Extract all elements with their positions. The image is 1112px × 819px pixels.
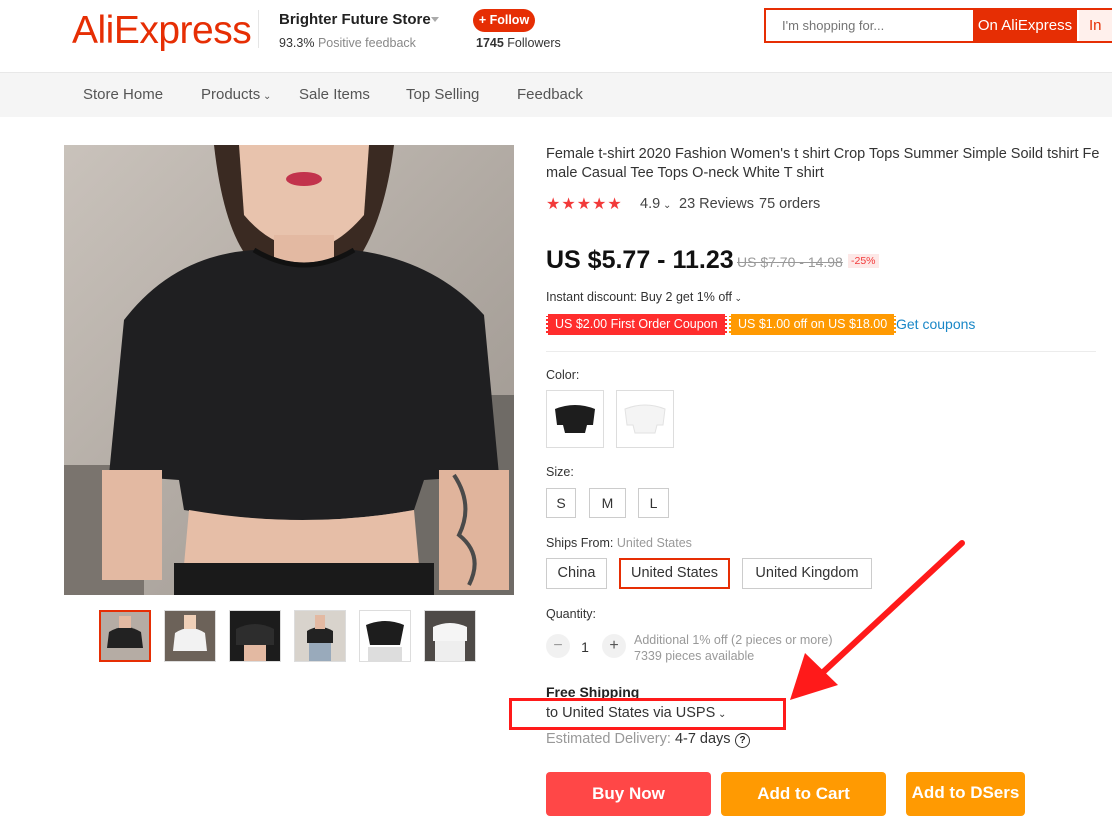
thumbnail-5[interactable] <box>359 610 411 662</box>
followers-label: Followers <box>507 36 561 50</box>
size-option-l[interactable]: L <box>638 488 669 518</box>
ship-from-china[interactable]: China <box>546 558 607 589</box>
ships-from-label: Ships From: United States <box>546 536 692 550</box>
aliexpress-logo[interactable]: AliExpress <box>72 8 252 54</box>
follow-button[interactable]: + Follow <box>473 9 535 32</box>
feedback-label: Positive feedback <box>317 36 416 50</box>
product-price: US $5.77 - 11.23 <box>546 246 734 274</box>
get-coupons-link[interactable]: Get coupons <box>896 316 975 332</box>
thumbnail-6[interactable] <box>424 610 476 662</box>
color-option-white[interactable] <box>616 390 674 448</box>
ships-from-title: Ships From: <box>546 536 614 550</box>
search-input[interactable] <box>766 10 973 41</box>
search-bar: On AliExpress In <box>764 8 1112 43</box>
size-option-s[interactable]: S <box>546 488 576 518</box>
thumbnail-3[interactable] <box>229 610 281 662</box>
quantity-plus-button[interactable]: + <box>602 634 626 658</box>
chevron-down-icon[interactable] <box>431 17 439 22</box>
quantity-minus-button[interactable]: − <box>546 634 570 658</box>
feedback-percent: 93.3% <box>279 36 315 50</box>
estimated-delivery-label: Estimated Delivery: <box>546 731 671 747</box>
annotation-highlight-box <box>509 698 786 730</box>
thumbnail-2[interactable] <box>164 610 216 662</box>
estimated-delivery: Estimated Delivery: 4-7 days <box>546 731 731 747</box>
instant-discount[interactable]: Instant discount: Buy 2 get 1% off ⌄ <box>546 290 742 304</box>
quantity-value[interactable]: 1 <box>577 639 593 655</box>
color-label: Color: <box>546 368 580 382</box>
size-label: Size: <box>546 465 574 479</box>
annotation-arrow-icon <box>790 540 965 700</box>
add-to-cart-button[interactable]: Add to Cart <box>721 772 886 816</box>
thumbnail-4[interactable] <box>294 610 346 662</box>
nav-sale-items[interactable]: Sale Items <box>299 86 370 103</box>
followers-count: 1745 Followers <box>476 36 561 50</box>
color-option-black[interactable] <box>546 390 604 448</box>
add-to-dsers-button[interactable]: Add to DSers <box>906 772 1025 816</box>
nav-products-label: Products <box>201 86 261 103</box>
reviews-link[interactable]: 23 Reviews <box>679 196 754 212</box>
rating-stars-icon: ★★★★★ <box>546 196 623 213</box>
thumbnail-1[interactable] <box>99 610 151 662</box>
orders-count: 75 orders <box>759 196 821 212</box>
product-main-image[interactable] <box>64 145 514 595</box>
estimated-delivery-value: 4-7 days <box>674 731 731 747</box>
section-divider <box>546 351 1096 352</box>
original-price: US $7.70 - 14.98 <box>737 254 843 270</box>
header-divider <box>258 10 259 48</box>
store-name[interactable]: Brighter Future Store <box>279 11 431 28</box>
search-aliexpress-button[interactable]: On AliExpress <box>973 10 1077 41</box>
size-option-m[interactable]: M <box>589 488 626 518</box>
chevron-down-icon: ⌄ <box>660 200 672 211</box>
search-store-button[interactable]: In <box>1079 10 1112 41</box>
help-icon[interactable]: ? <box>735 733 750 748</box>
ships-from-value: United States <box>616 536 692 550</box>
followers-number: 1745 <box>476 36 504 50</box>
discount-badge: -25% <box>848 254 879 268</box>
nav-top-selling[interactable]: Top Selling <box>406 86 479 103</box>
first-order-coupon[interactable]: US $2.00 First Order Coupon <box>546 314 727 335</box>
nav-store-home[interactable]: Store Home <box>83 86 163 103</box>
buy-now-button[interactable]: Buy Now <box>546 772 711 816</box>
rating-value[interactable]: 4.9 ⌄ <box>640 196 671 212</box>
ship-from-united-states[interactable]: United States <box>619 558 730 589</box>
quantity-label: Quantity: <box>546 607 597 621</box>
nav-feedback[interactable]: Feedback <box>517 86 583 103</box>
instant-discount-text: Instant discount: Buy 2 get 1% off <box>546 290 732 304</box>
store-coupon[interactable]: US $1.00 off on US $18.00 <box>729 314 897 335</box>
product-title: Female t-shirt 2020 Fashion Women's t sh… <box>546 146 1100 181</box>
nav-products[interactable]: Products ⌄ <box>201 86 271 103</box>
rating-number: 4.9 <box>640 196 661 212</box>
chevron-down-icon: ⌄ <box>260 91 272 102</box>
chevron-down-icon: ⌄ <box>732 293 743 303</box>
store-feedback: 93.3% Positive feedback <box>279 36 416 50</box>
